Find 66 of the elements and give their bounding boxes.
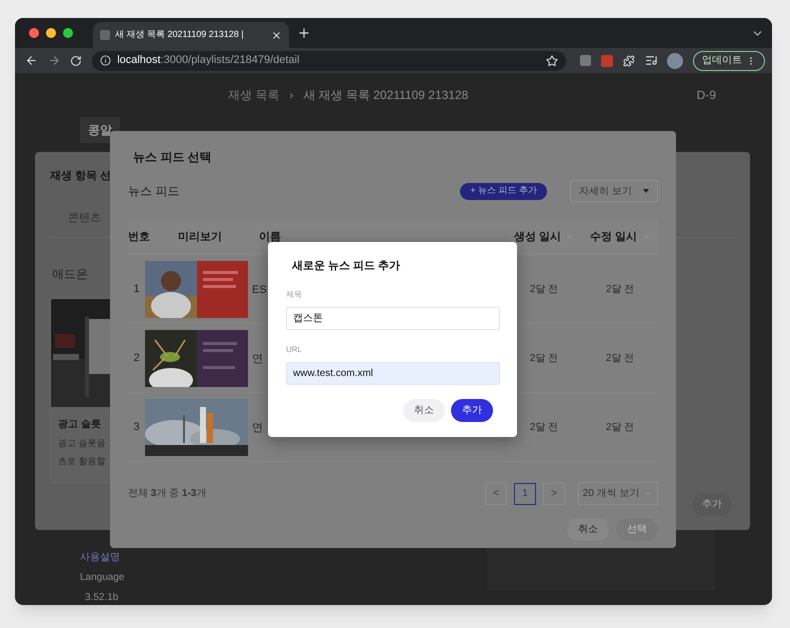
tab-title: 새 재생 목록 20211109 213128 | — [115, 28, 245, 42]
previous-page-button[interactable]: < — [485, 482, 507, 504]
url-text: localhost:3000/playlists/218479/detail — [117, 53, 300, 68]
language-label: Language — [80, 571, 124, 585]
breadcrumb-separator: › — [289, 87, 294, 104]
text-field[interactable]: www.test.com.xml — [286, 362, 500, 384]
row-number: 1 — [132, 282, 141, 297]
field-label: URL — [286, 344, 304, 356]
card-title: 광고 슬롯 — [58, 418, 101, 432]
feed-name: 연 — [252, 422, 263, 434]
created-date: 2달 전 — [528, 420, 560, 434]
forward-icon[interactable] — [48, 54, 60, 67]
page-favicon — [100, 30, 110, 40]
minimize-window-icon[interactable] — [46, 28, 56, 38]
page-size-select[interactable]: 20 개씩 보기 — [578, 482, 658, 505]
add-button[interactable]: 추가 — [692, 493, 732, 516]
breadcrumb-link[interactable]: 재생 목록 — [228, 86, 280, 104]
close-window-icon[interactable] — [29, 28, 39, 38]
panel-title: 재생 항목 선 — [50, 169, 112, 184]
profile-avatar[interactable] — [667, 52, 683, 68]
browser-tab[interactable]: 새 재생 목록 20211109 213128 | — [93, 22, 289, 48]
feed-name: 연 — [252, 353, 263, 365]
extension-icon[interactable] — [580, 55, 592, 66]
dialog-title: 뉴스 피드 선택 — [132, 149, 213, 166]
text-field[interactable]: 캡스톤 — [286, 306, 500, 330]
modified-date: 2달 전 — [604, 352, 636, 366]
add-button[interactable]: 추가 — [451, 398, 493, 422]
maximize-window-icon[interactable] — [63, 28, 73, 38]
media-control-icon[interactable] — [644, 54, 658, 67]
close-icon[interactable] — [271, 30, 282, 40]
column-header: 이름 — [259, 230, 282, 245]
info-icon[interactable] — [100, 55, 112, 66]
dialog-title: 새로운 뉴스 피드 추가 — [290, 259, 402, 274]
dropdown-caret-icon — [643, 189, 649, 193]
bookmark-star-icon[interactable] — [546, 54, 558, 66]
page-button[interactable]: 1 — [514, 482, 536, 504]
column-header[interactable]: 수정 일시 — [582, 228, 658, 246]
view-select[interactable]: 자세히 보기 — [570, 180, 658, 202]
row-number: 2 — [132, 350, 141, 366]
extensions-icon[interactable] — [622, 54, 635, 66]
row-number: 3 — [132, 420, 141, 435]
update-button[interactable]: 업데이트 — [692, 50, 765, 70]
modified-date: 2달 전 — [604, 420, 636, 434]
column-header: 번호 — [128, 230, 151, 245]
section-title: 애드온 — [52, 266, 88, 280]
new-tab-icon[interactable] — [297, 26, 311, 40]
modified-date: 2달 전 — [604, 282, 636, 296]
breadcrumb-current: 새 재생 목록 20211109 213128 — [303, 87, 468, 104]
cancel-button[interactable]: 취소 — [403, 398, 445, 422]
next-page-button[interactable]: > — [543, 482, 565, 504]
back-icon[interactable] — [25, 54, 38, 67]
created-date: 2달 전 — [528, 352, 560, 366]
cancel-button[interactable]: 취소 — [567, 518, 609, 541]
feed-name: ES — [252, 284, 267, 296]
d-day-label: D-9 — [696, 87, 716, 104]
help-link[interactable]: 사용설명 — [80, 550, 120, 565]
result-summary: 전체 3개 중 1-3개 — [128, 487, 206, 501]
section-title: 뉴스 피드 — [128, 183, 180, 200]
field-label: 제목 — [286, 288, 303, 300]
version-label: 3.52.1b — [84, 591, 118, 605]
created-date: 2달 전 — [528, 282, 560, 296]
reload-icon[interactable] — [70, 54, 82, 66]
column-header[interactable]: 생성 일시 — [506, 228, 582, 246]
add-news-feed-button[interactable]: + 뉴스 피드 추가 — [460, 182, 547, 200]
column-header: 미리보기 — [178, 230, 223, 245]
address-field[interactable]: localhost:3000/playlists/218479/detail — [92, 50, 566, 70]
